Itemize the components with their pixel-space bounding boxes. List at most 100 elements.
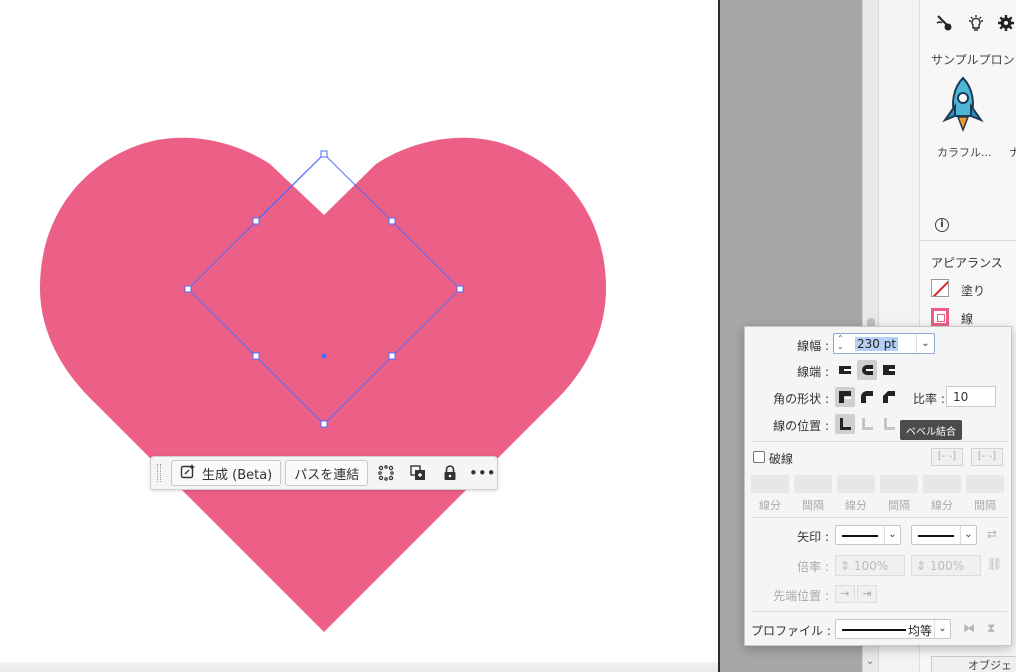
stepper-icon: ⇕ [840,559,854,573]
dash-label-2: 線分 [845,499,867,512]
center-point [321,353,327,359]
miter-join-icon [839,391,851,403]
object-tab[interactable]: オブジェ [931,656,1016,672]
weight-value[interactable]: 230 pt [855,337,899,351]
arrowhead-label: 矢印 : [797,530,829,544]
end-scale-value: 100% [929,559,965,573]
bevel-join-icon [883,391,895,403]
limit-label: 比率 : [913,392,945,406]
tip-position-label: 先端位置 : [773,589,829,603]
miter-join-button[interactable] [835,387,855,407]
align-label: 線の位置 : [773,419,829,433]
dash-label-1: 線分 [759,499,781,512]
start-scale-field[interactable]: ⇕ 100% [835,555,905,576]
cap-label: 線端 : [797,365,829,379]
align-outside-button[interactable] [879,414,899,434]
round-cap-icon [862,365,873,375]
scale-label: 倍率 : [797,560,829,574]
rocket-thumbnail[interactable] [941,76,985,135]
chevron-down-icon[interactable]: ⌄ [916,334,934,353]
more-icon[interactable]: ••• [468,460,496,486]
brush-tool-icon[interactable] [935,14,953,36]
butt-cap-icon [839,366,851,374]
divider [751,517,1007,518]
isolate-icon[interactable] [372,460,400,486]
align-center-button[interactable] [835,414,855,434]
projecting-cap-icon [883,365,895,375]
link-scale-icon[interactable]: ⛓ [987,557,1002,571]
fill-label: 塗り [961,284,986,298]
dash-label-3: 線分 [931,499,953,512]
divider [751,441,1007,442]
group-icon[interactable] [404,460,432,486]
fill-none-swatch[interactable] [931,279,949,297]
divider [751,611,1007,612]
tip-place-button[interactable]: ⇥ [857,585,877,603]
end-arrowhead-select[interactable]: ⌄ [911,525,977,545]
generate-beta-label: 生成 (Beta) [202,467,273,483]
sample-card-label-2[interactable]: ナ [1009,144,1016,160]
chevron-down-icon: ⌄ [934,620,950,638]
dash-preset-align-icon[interactable]: [- -] [971,448,1003,466]
round-join-button[interactable] [857,387,877,407]
start-arrowhead-select[interactable]: ⌄ [835,525,901,545]
bevel-join-button[interactable] [879,387,899,407]
divider [920,240,1016,241]
join-path-button[interactable]: パスを連結 [285,460,369,486]
profile-value: 均等 [908,624,933,638]
gap-field-3[interactable] [966,475,1004,493]
dash-preset-exact-icon[interactable]: [- -] [931,448,963,466]
artboard-canvas[interactable]: 生成 (Beta) パスを連結 ••• [0,0,718,672]
chevron-down-icon: ⌄ [960,526,976,544]
chevron-down-icon[interactable]: ⌄ [866,656,874,667]
miter-limit-field[interactable]: 10 [946,386,996,407]
info-icon[interactable]: i [935,218,949,232]
tip-extend-button[interactable]: → [835,585,855,603]
dash-field-3[interactable] [923,475,961,493]
round-join-icon [861,391,873,403]
profile-label: プロファイル : [751,624,831,638]
sample-prompts-title: サンプルプロンプ [931,53,1016,67]
chevron-down-icon: ⌄ [884,526,900,544]
round-cap-button[interactable] [857,360,877,380]
lightbulb-icon[interactable] [967,14,985,36]
stroke-label[interactable]: 線 [961,310,973,327]
weight-field[interactable]: ⌃ ⌄ 230 pt ⌄ [833,333,935,354]
dashed-line-checkbox[interactable] [753,451,765,463]
align-center-icon [840,418,851,430]
gap-label-2: 間隔 [888,499,910,512]
gap-field-2[interactable] [880,475,918,493]
align-outside-icon [884,418,895,430]
generate-beta-button[interactable]: 生成 (Beta) [171,460,282,486]
dash-field-1[interactable] [751,475,789,493]
end-scale-field[interactable]: ⇕ 100% [911,555,981,576]
gap-field-1[interactable] [794,475,832,493]
butt-cap-button[interactable] [835,360,855,380]
appearance-title: アピアランス [931,256,1003,270]
stepper-icon: ⇕ [916,559,930,573]
ai-generate-icon [180,463,196,483]
weight-label: 線幅 : [797,339,829,353]
gear-icon[interactable] [997,14,1015,36]
lock-icon[interactable] [436,460,464,486]
swap-arrows-icon[interactable]: ⇄ [987,527,997,541]
profile-select[interactable]: 均等 ⌄ [835,619,951,639]
dashed-line-label: 破線 [769,452,794,466]
flip-horizontal-icon[interactable]: ⧓ [963,621,975,635]
stroke-swatch[interactable] [931,308,949,326]
weight-stepper-icon[interactable]: ⌃ ⌄ [837,335,844,351]
canvas-bottom-edge [0,662,718,672]
gap-label-1: 間隔 [802,499,824,512]
flip-vertical-icon[interactable]: ⧗ [987,621,995,636]
sample-card-label[interactable]: カラフル... [937,144,992,160]
projecting-cap-button[interactable] [879,360,899,380]
start-scale-value: 100% [853,559,889,573]
heart-shape[interactable] [40,137,606,632]
artwork[interactable] [0,0,718,672]
gap-label-3: 間隔 [974,499,996,512]
dash-field-2[interactable] [837,475,875,493]
align-inside-button[interactable] [857,414,877,434]
corner-label: 角の形状 : [773,392,829,406]
drag-grip-icon[interactable] [157,464,161,482]
contextual-task-bar: 生成 (Beta) パスを連結 ••• [150,456,498,490]
